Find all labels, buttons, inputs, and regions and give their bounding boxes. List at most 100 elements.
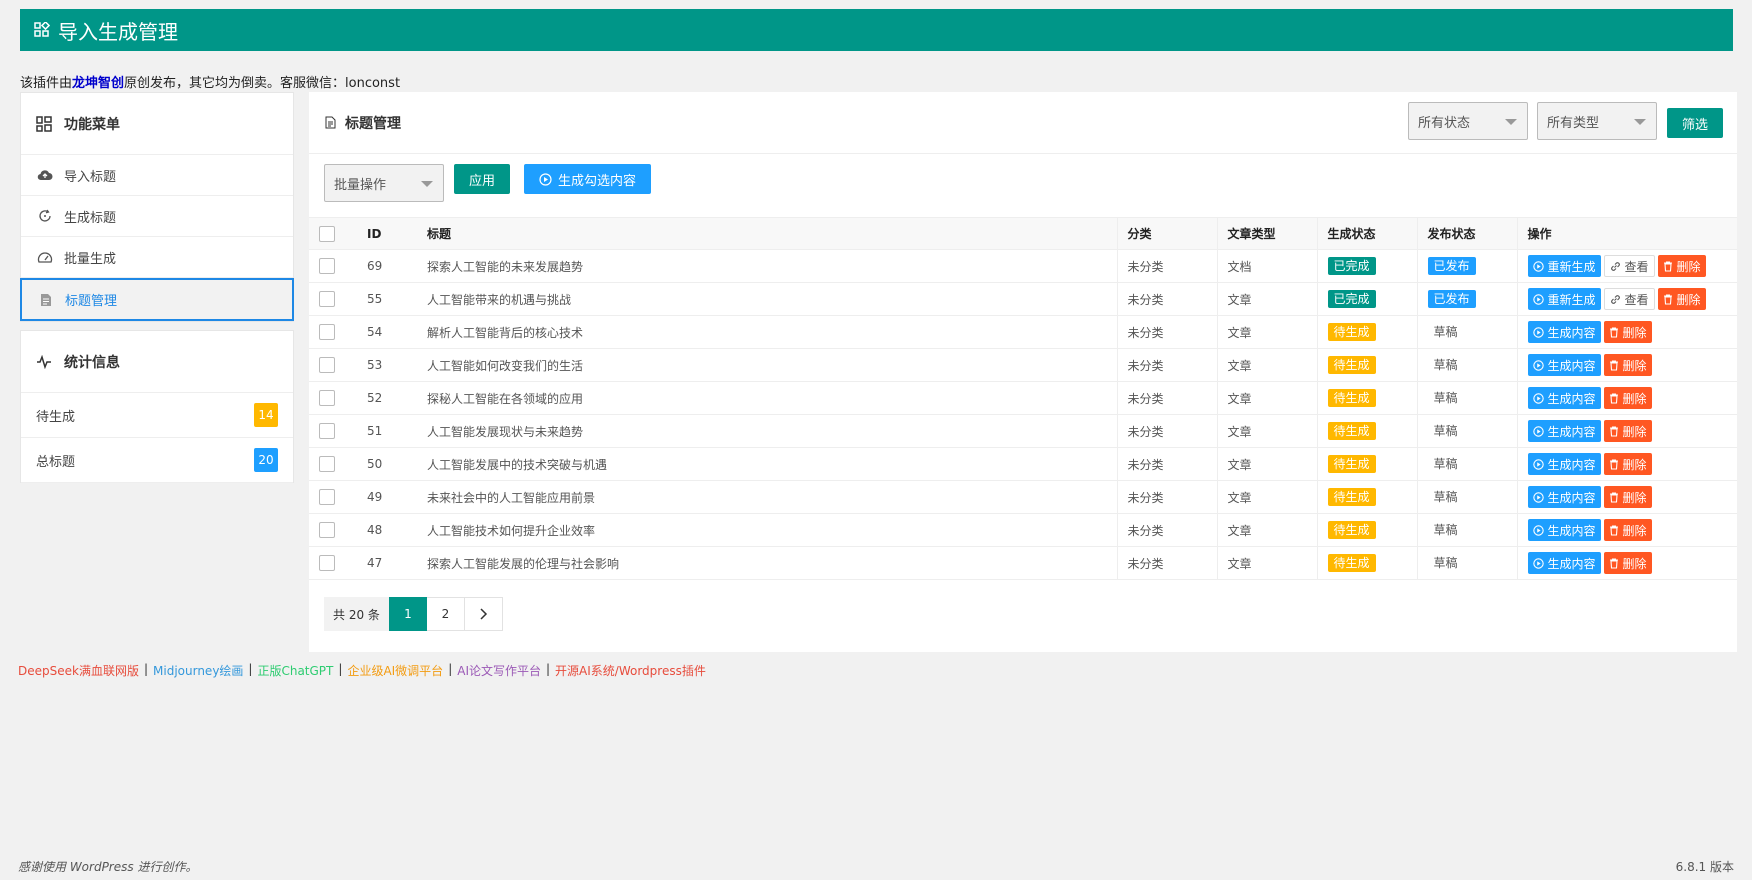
delete-button[interactable]: 删除 xyxy=(1603,519,1652,541)
select-all-checkbox[interactable] xyxy=(319,225,335,242)
pulse-icon xyxy=(36,353,54,371)
promo-link[interactable]: Midjourney绘画 xyxy=(153,662,243,679)
cell-id: 54 xyxy=(357,315,417,349)
promo-link[interactable]: DeepSeek满血联网版 xyxy=(18,662,139,679)
generate-content-button[interactable]: 生成内容 xyxy=(1527,453,1601,475)
promo-link[interactable]: AI论文写作平台 xyxy=(457,662,541,679)
page-1-button[interactable]: 1 xyxy=(388,597,427,631)
row-checkbox[interactable] xyxy=(319,291,335,307)
trash-icon xyxy=(1609,557,1619,569)
footer-version: 6.8.1 版本 xyxy=(1675,860,1734,874)
generate-selected-button[interactable]: 生成勾选内容 xyxy=(524,164,651,194)
view-button[interactable]: 查看 xyxy=(1603,288,1655,310)
cell-type: 文章 xyxy=(1217,546,1318,580)
sidebar-item-batch-generate[interactable]: 批量生成 xyxy=(21,237,293,278)
bulk-action-select[interactable]: 批量操作 xyxy=(324,164,444,202)
cell-type: 文章 xyxy=(1217,381,1318,415)
cell-category: 未分类 xyxy=(1117,282,1218,316)
cell-type: 文章 xyxy=(1217,348,1318,382)
play-circle-icon xyxy=(1532,557,1544,569)
generate-content-button[interactable]: 生成内容 xyxy=(1527,420,1601,442)
total-count-badge: 20 xyxy=(254,448,278,472)
delete-button[interactable]: 删除 xyxy=(1603,420,1652,442)
cell-id: 53 xyxy=(357,348,417,382)
type-filter-select[interactable]: 所有类型 xyxy=(1537,102,1657,140)
generation-status-badge: 待生成 xyxy=(1327,521,1376,539)
generate-content-button[interactable]: 生成内容 xyxy=(1527,354,1601,376)
delete-button[interactable]: 删除 xyxy=(1657,288,1706,310)
sidebar-item-import[interactable]: 导入标题 xyxy=(21,155,293,196)
delete-button[interactable]: 删除 xyxy=(1603,387,1652,409)
view-button[interactable]: 查看 xyxy=(1603,255,1655,277)
publish-status-badge: 草稿 xyxy=(1433,523,1458,537)
sidebar-item-title-manage[interactable]: 标题管理 xyxy=(20,278,294,321)
sidebar-item-generate-titles[interactable]: 生成标题 xyxy=(21,196,293,237)
row-checkbox[interactable] xyxy=(319,423,335,439)
trash-icon xyxy=(1609,326,1619,338)
cell-actions: 生成内容 删除 xyxy=(1517,381,1737,415)
cell-id: 47 xyxy=(357,546,417,580)
row-checkbox[interactable] xyxy=(319,357,335,373)
page-2-button[interactable]: 2 xyxy=(426,597,465,631)
link-separator: | xyxy=(338,662,343,676)
row-checkbox[interactable] xyxy=(319,390,335,406)
delete-button[interactable]: 删除 xyxy=(1603,354,1652,376)
publish-status-badge: 草稿 xyxy=(1433,424,1458,438)
publish-status-badge: 草稿 xyxy=(1433,325,1458,339)
delete-button[interactable]: 删除 xyxy=(1603,321,1652,343)
row-checkbox[interactable] xyxy=(319,555,335,571)
cell-type: 文章 xyxy=(1217,447,1318,481)
publish-status-badge: 草稿 xyxy=(1433,457,1458,471)
trash-icon xyxy=(1663,293,1673,305)
table-row: 51 人工智能发展现状与未来趋势 未分类 文章 待生成 草稿 生成内容 删除 xyxy=(309,414,1737,448)
row-checkbox[interactable] xyxy=(319,324,335,340)
row-checkbox[interactable] xyxy=(319,456,335,472)
delete-button[interactable]: 删除 xyxy=(1603,486,1652,508)
promo-link[interactable]: 开源AI系统/Wordpress插件 xyxy=(555,662,706,679)
cell-actions: 生成内容 删除 xyxy=(1517,513,1737,547)
cell-actions: 生成内容 删除 xyxy=(1517,480,1737,514)
apply-button[interactable]: 应用 xyxy=(454,164,510,194)
delete-button[interactable]: 删除 xyxy=(1657,255,1706,277)
play-circle-icon xyxy=(1532,260,1544,272)
pending-count-badge: 14 xyxy=(254,403,278,427)
regenerate-button[interactable]: 重新生成 xyxy=(1527,255,1601,277)
stats-panel: 统计信息 待生成 14 总标题 20 xyxy=(20,330,294,483)
cell-actions: 生成内容 删除 xyxy=(1517,315,1737,349)
delete-button[interactable]: 删除 xyxy=(1603,453,1652,475)
generate-content-button[interactable]: 生成内容 xyxy=(1527,552,1601,574)
cell-id: 50 xyxy=(357,447,417,481)
footer-credit: 感谢使用 WordPress 进行创作。 xyxy=(18,860,198,874)
delete-button[interactable]: 删除 xyxy=(1603,552,1652,574)
generation-status-badge: 已完成 xyxy=(1327,290,1376,308)
cell-id: 55 xyxy=(357,282,417,316)
promo-link[interactable]: 正版ChatGPT xyxy=(257,662,333,679)
stat-pending: 待生成 14 xyxy=(21,393,293,438)
generation-status-badge: 待生成 xyxy=(1327,323,1376,341)
trash-icon xyxy=(1663,260,1673,272)
row-checkbox[interactable] xyxy=(319,489,335,505)
regenerate-button[interactable]: 重新生成 xyxy=(1527,288,1601,310)
link-separator: | xyxy=(545,662,551,676)
generate-content-button[interactable]: 生成内容 xyxy=(1527,321,1601,343)
table-row: 50 人工智能发展中的技术突破与机遇 未分类 文章 待生成 草稿 生成内容 删除 xyxy=(309,447,1737,481)
cell-title: 探秘人工智能在各领域的应用 xyxy=(417,381,1118,415)
next-page-button[interactable] xyxy=(464,597,503,631)
cell-id: 48 xyxy=(357,513,417,547)
row-checkbox[interactable] xyxy=(319,522,335,538)
row-checkbox[interactable] xyxy=(319,258,335,274)
publish-status-badge: 草稿 xyxy=(1433,391,1458,405)
link-separator: | xyxy=(248,662,253,676)
generate-content-button[interactable]: 生成内容 xyxy=(1527,519,1601,541)
promo-link[interactable]: 企业级AI微调平台 xyxy=(347,662,443,679)
generate-content-button[interactable]: 生成内容 xyxy=(1527,486,1601,508)
filter-button[interactable]: 筛选 xyxy=(1667,108,1723,138)
document-icon xyxy=(325,116,339,130)
cell-category: 未分类 xyxy=(1117,447,1218,481)
cell-title: 解析人工智能背后的核心技术 xyxy=(417,315,1118,349)
generation-status-badge: 待生成 xyxy=(1327,422,1376,440)
cell-actions: 重新生成 查看 删除 xyxy=(1517,282,1737,316)
table-header-row: ID 标题 分类 文章类型 生成状态 发布状态 操作 xyxy=(309,217,1737,250)
status-filter-select[interactable]: 所有状态 xyxy=(1408,102,1528,140)
generate-content-button[interactable]: 生成内容 xyxy=(1527,387,1601,409)
